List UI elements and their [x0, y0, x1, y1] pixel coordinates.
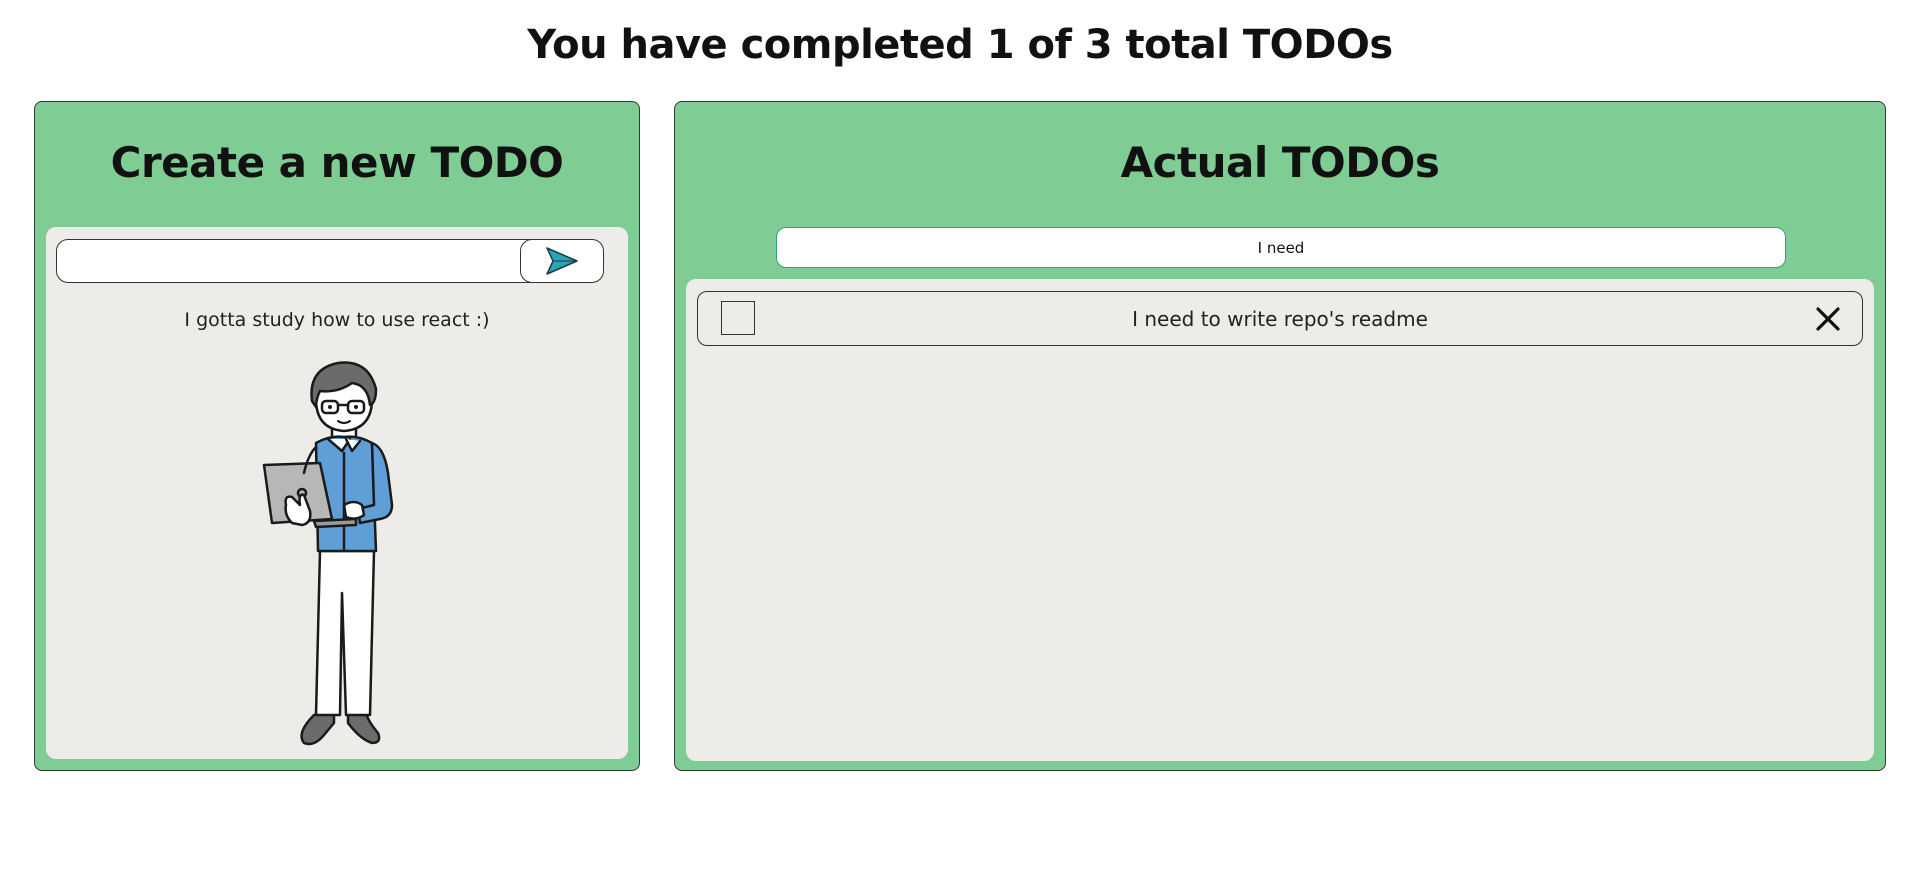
create-todo-body: I gotta study how to use react :) [46, 227, 628, 759]
todo-list: I need to write repo's readme [686, 279, 1874, 761]
close-icon [1816, 307, 1840, 331]
todo-item: I need to write repo's readme [697, 291, 1863, 346]
actual-todos-panel: Actual TODOs I need to write repo's read… [674, 101, 1886, 771]
todo-checkbox[interactable] [721, 301, 755, 335]
create-todo-panel: Create a new TODO I gotta study how to u… [34, 101, 640, 771]
send-button[interactable] [520, 239, 604, 283]
new-todo-input[interactable] [56, 239, 576, 283]
delete-todo-button[interactable] [1812, 303, 1844, 335]
create-todo-title: Create a new TODO [110, 138, 564, 187]
hint-text: I gotta study how to use react :) [184, 309, 490, 331]
search-input[interactable] [776, 227, 1786, 268]
actual-todos-title: Actual TODOs [1120, 138, 1440, 187]
person-with-laptop-illustration [262, 361, 394, 746]
create-todo-form [56, 239, 604, 283]
send-arrow-icon [546, 247, 578, 275]
page-title: You have completed 1 of 3 total TODOs [527, 22, 1393, 68]
todo-text: I need to write repo's readme [1132, 307, 1428, 331]
